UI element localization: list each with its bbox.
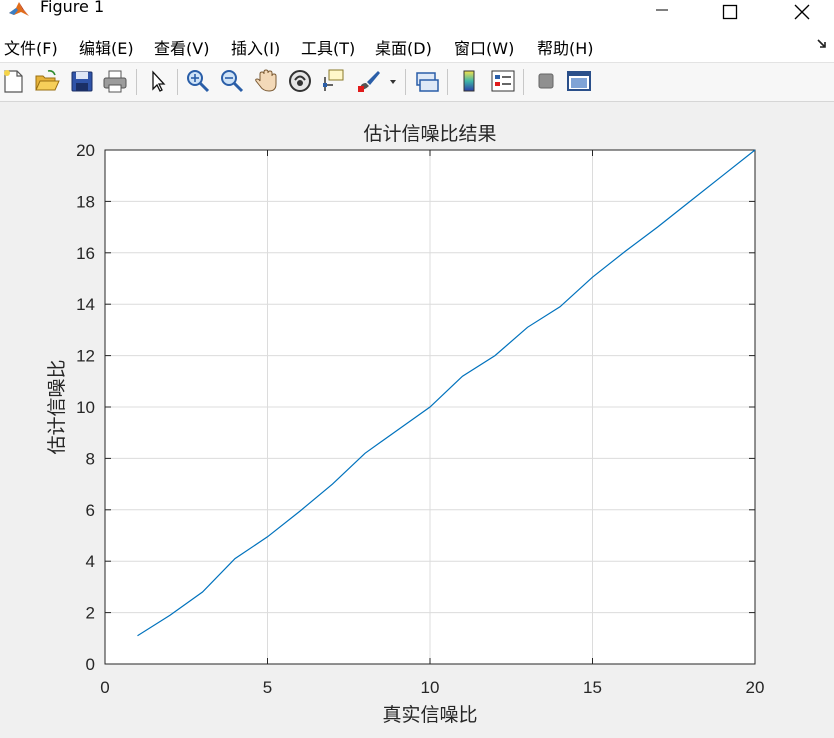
print-icon — [103, 70, 127, 93]
x-tick-labels: 0 5 10 15 20 — [100, 678, 764, 697]
y-tick-label: 12 — [76, 347, 95, 366]
rotate-3d-icon — [289, 70, 311, 92]
menu-help[interactable]: 帮助(H) — [537, 35, 594, 59]
link-plot-icon — [416, 72, 439, 92]
zoom-in-button[interactable] — [184, 67, 212, 95]
data-cursor-button[interactable] — [319, 67, 347, 95]
brush-icon — [358, 71, 380, 92]
x-tick-label: 15 — [583, 678, 602, 697]
toolbar-separator — [136, 69, 137, 95]
menu-edit[interactable]: 编辑(E) — [79, 35, 134, 59]
figure-toolbar — [0, 63, 834, 102]
new-figure-icon — [4, 70, 23, 93]
print-button[interactable] — [101, 67, 129, 95]
y-tick-label: 14 — [76, 295, 95, 314]
brush-button[interactable] — [354, 67, 382, 95]
y-tick-label: 20 — [76, 141, 95, 160]
select-button[interactable] — [144, 67, 172, 95]
y-axis-label: 估计信噪比 — [46, 359, 68, 454]
close-button[interactable] — [772, 0, 832, 24]
show-plot-tools-icon — [567, 71, 591, 91]
toolbar-separator — [447, 69, 448, 95]
y-tick-label: 10 — [76, 398, 95, 417]
hide-plot-tools-icon — [538, 73, 554, 89]
x-axis-label: 真实信噪比 — [382, 704, 477, 726]
zoom-out-icon — [221, 70, 244, 93]
pan-hand-icon — [255, 69, 277, 92]
legend-icon — [491, 70, 515, 92]
link-plot-button[interactable] — [413, 67, 441, 95]
y-tick-label: 2 — [86, 604, 95, 623]
colorbar-button[interactable] — [455, 67, 483, 95]
menu-file[interactable]: 文件(F) — [4, 35, 58, 59]
line-chart[interactable]: 0 5 10 15 20 0 2 4 6 8 10 12 14 16 18 20 估计信噪比结果 真实信噪比… — [0, 102, 834, 738]
y-tick-label: 18 — [76, 192, 95, 211]
window-title-bar: Figure 1 — [0, 0, 834, 30]
y-tick-label: 4 — [86, 552, 95, 571]
select-arrow-icon — [152, 70, 166, 92]
legend-button[interactable] — [489, 67, 517, 95]
menu-insert[interactable]: 插入(I) — [231, 35, 280, 59]
open-file-icon — [35, 70, 60, 91]
matlab-logo-icon — [8, 0, 30, 18]
minimize-button[interactable] — [632, 0, 692, 24]
menu-bar: 文件(F) 编辑(E) 查看(V) 插入(I) 工具(T) 桌面(D) 窗口(W… — [0, 30, 834, 63]
menu-tools[interactable]: 工具(T) — [301, 35, 355, 59]
menu-desktop[interactable]: 桌面(D) — [375, 35, 432, 59]
toolbar-separator — [177, 69, 178, 95]
menu-window[interactable]: 窗口(W) — [454, 35, 514, 59]
chevron-down-icon — [390, 80, 396, 84]
brush-dropdown-button[interactable] — [387, 67, 399, 95]
x-tick-label: 10 — [421, 678, 440, 697]
y-tick-labels: 0 2 4 6 8 10 12 14 16 18 20 — [76, 141, 95, 674]
chart-title: 估计信噪比结果 — [363, 123, 496, 145]
show-plot-tools-button[interactable] — [565, 67, 593, 95]
close-icon — [794, 4, 810, 20]
y-tick-label: 0 — [86, 655, 95, 674]
x-tick-label: 5 — [263, 678, 272, 697]
pan-button[interactable] — [252, 67, 280, 95]
zoom-in-icon — [187, 70, 210, 93]
zoom-out-button[interactable] — [218, 67, 246, 95]
colorbar-icon — [463, 70, 475, 92]
y-tick-label: 8 — [86, 449, 95, 468]
save-icon — [71, 71, 93, 92]
save-button[interactable] — [68, 67, 96, 95]
data-cursor-icon — [323, 69, 344, 91]
toolbar-separator — [523, 69, 524, 95]
dock-arrow-icon[interactable] — [816, 38, 828, 54]
x-tick-label: 20 — [746, 678, 765, 697]
hide-plot-tools-button[interactable] — [532, 67, 560, 95]
y-tick-label: 16 — [76, 244, 95, 263]
menu-view[interactable]: 查看(V) — [154, 35, 209, 59]
figure-canvas: 0 5 10 15 20 0 2 4 6 8 10 12 14 16 18 20 估计信噪比结果 真实信噪比… — [0, 102, 834, 738]
open-file-button[interactable] — [33, 67, 61, 95]
maximize-icon — [722, 4, 738, 20]
new-figure-button[interactable] — [0, 67, 28, 95]
minimize-icon — [656, 9, 668, 11]
toolbar-separator — [405, 69, 406, 95]
window-title: Figure 1 — [40, 0, 105, 16]
rotate-3d-button[interactable] — [286, 67, 314, 95]
maximize-button[interactable] — [700, 0, 760, 24]
x-tick-label: 0 — [100, 678, 109, 697]
y-tick-label: 6 — [86, 501, 95, 520]
